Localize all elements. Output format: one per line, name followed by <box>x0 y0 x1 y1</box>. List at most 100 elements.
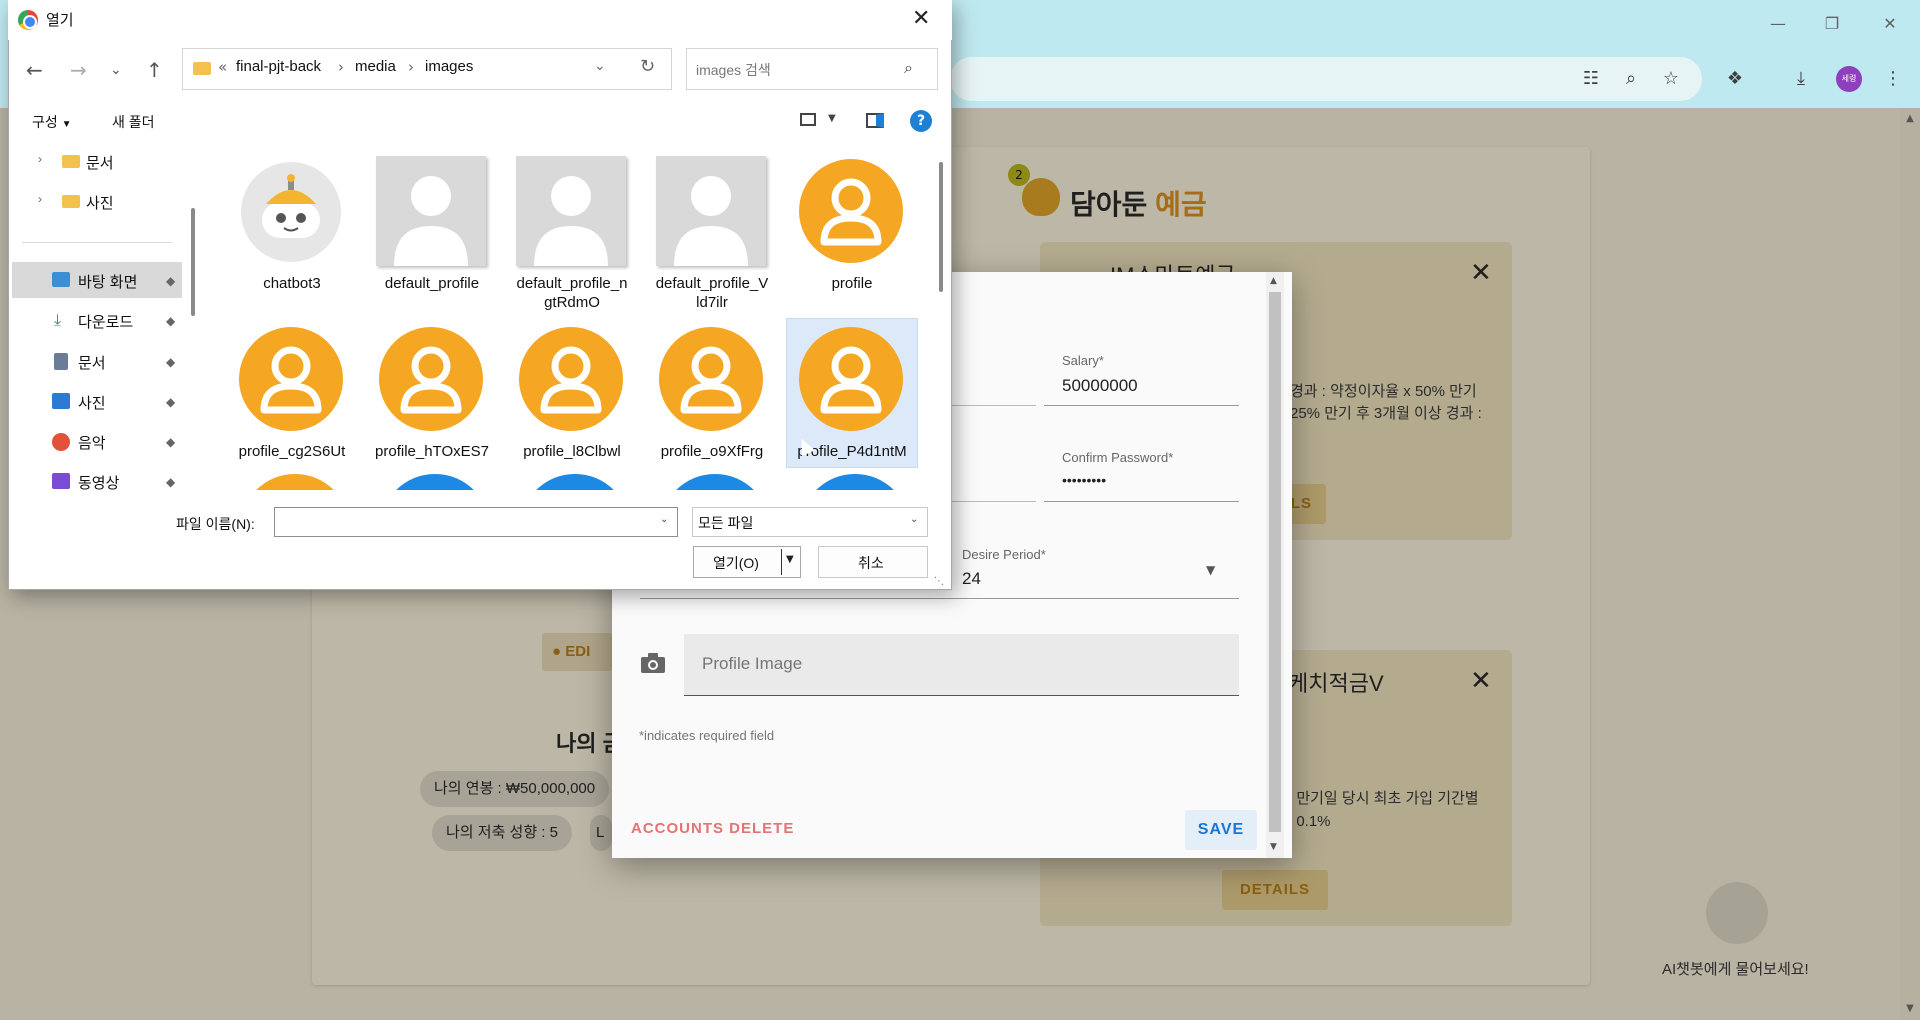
profile-avatar-icon[interactable] <box>800 474 910 490</box>
forward-arrow-icon[interactable]: → <box>70 58 87 82</box>
back-arrow-icon[interactable]: ← <box>26 58 43 82</box>
music-icon <box>52 433 70 451</box>
pin-icon[interactable]: ◆ <box>166 274 175 288</box>
help-icon[interactable]: ? <box>910 110 932 132</box>
save-button[interactable]: SAVE <box>1185 810 1257 850</box>
edit-profile-button[interactable]: ● EDI <box>542 633 612 671</box>
quick-access-videos[interactable]: 동영상 <box>78 472 119 493</box>
split-divider <box>781 549 782 575</box>
download-folder-icon: ⤓ <box>54 310 62 329</box>
path-dropdown-icon[interactable]: ⌄ <box>594 58 606 74</box>
modal-scroll-up-icon[interactable]: ▲ <box>1270 276 1277 286</box>
breadcrumb-overflow[interactable]: « <box>218 58 227 76</box>
translate-icon[interactable]: ☷ <box>1578 66 1604 92</box>
search-input[interactable]: images 검색 <box>696 60 771 80</box>
view-mode-icon[interactable] <box>800 113 816 126</box>
confirm-password-label: Confirm Password* <box>1062 450 1174 465</box>
view-options-chevron-icon[interactable]: ▼ <box>828 113 836 124</box>
modal-scroll-down-icon[interactable]: ▼ <box>1270 842 1277 852</box>
quick-access-documents[interactable]: 문서 <box>78 352 106 373</box>
chevron-down-icon[interactable]: ⌄ <box>660 514 668 525</box>
close-window-icon[interactable]: ✕ <box>1870 10 1910 38</box>
pin-icon[interactable]: ◆ <box>166 435 175 449</box>
preview-pane-icon[interactable] <box>866 113 884 128</box>
file-grid-scrollbar[interactable] <box>939 162 943 292</box>
file-item[interactable] <box>656 156 766 266</box>
details-button[interactable]: DETAILS <box>1222 870 1328 910</box>
profile-avatar[interactable]: 세령 <box>1836 66 1862 92</box>
new-folder-button[interactable]: 새 폴더 <box>112 112 155 132</box>
remove-product-icon[interactable]: ✕ <box>1470 258 1492 288</box>
tree-item-documents[interactable]: 문서 <box>86 152 114 173</box>
profile-avatar-icon[interactable] <box>520 474 630 490</box>
desire-period-select[interactable]: 24 <box>962 569 981 589</box>
chevron-down-icon[interactable]: ⌄ <box>910 514 918 525</box>
tree-item-pictures[interactable]: 사진 <box>86 192 114 213</box>
chevron-down-icon[interactable]: ▼ <box>1206 563 1215 577</box>
profile-avatar-icon <box>379 327 483 431</box>
scroll-down-icon[interactable]: ▼ <box>1905 1004 1915 1014</box>
honey-pot-icon <box>1022 178 1060 216</box>
profile-avatar-icon[interactable] <box>380 474 490 490</box>
field-underline <box>940 501 1036 502</box>
refresh-icon[interactable]: ↻ <box>640 56 655 77</box>
file-item[interactable] <box>796 156 906 266</box>
menu-kebab-icon[interactable]: ⋮ <box>1880 66 1906 92</box>
partial-chip: L <box>590 815 612 851</box>
quick-access-desktop[interactable]: 바탕 화면 <box>78 271 137 292</box>
pin-icon[interactable]: ◆ <box>166 314 175 328</box>
dialog-close-icon[interactable]: ✕ <box>912 6 930 31</box>
pin-icon[interactable]: ◆ <box>166 355 175 369</box>
organize-menu[interactable]: 구성 ▼ <box>32 112 72 132</box>
modal-scroll-thumb[interactable] <box>1269 292 1281 832</box>
download-icon[interactable]: ⤓ <box>1788 66 1814 92</box>
salary-underline <box>1044 405 1239 406</box>
breadcrumb-item[interactable]: media <box>355 58 396 75</box>
recent-chevron-icon[interactable]: ⌄ <box>110 62 122 78</box>
up-arrow-icon[interactable]: ↑ <box>146 58 163 82</box>
breadcrumb-separator-icon[interactable]: › <box>408 58 414 76</box>
tree-scrollbar[interactable] <box>191 208 195 316</box>
resize-grip-icon[interactable]: ⋱ <box>934 576 944 587</box>
file-name-input[interactable] <box>274 507 678 537</box>
page-scrollbar[interactable] <box>1900 108 1920 1020</box>
salary-label: Salary* <box>1062 353 1104 368</box>
bookmark-star-icon[interactable]: ☆ <box>1658 66 1684 92</box>
chatbot-icon[interactable] <box>1706 882 1768 944</box>
salary-input[interactable]: 50000000 <box>1062 376 1138 396</box>
quick-access-downloads[interactable]: 다운로드 <box>78 311 133 332</box>
quick-access-music[interactable]: 음악 <box>78 432 106 453</box>
accounts-delete-button[interactable]: ACCOUNTS DELETE <box>631 820 794 837</box>
breadcrumb-item[interactable]: final-pjt-back <box>236 58 321 75</box>
file-item[interactable] <box>516 156 626 266</box>
expand-chevron-icon[interactable]: › <box>38 152 42 166</box>
profile-avatar-icon <box>239 327 343 431</box>
folder-icon <box>193 62 211 75</box>
file-item[interactable] <box>376 156 486 266</box>
remove-product-icon[interactable]: ✕ <box>1470 666 1492 696</box>
file-item[interactable] <box>516 324 626 434</box>
zoom-icon[interactable]: ⌕ <box>1618 66 1644 92</box>
confirm-password-input[interactable]: ••••••••• <box>1062 472 1106 488</box>
product-desc-line: 25% 만기 후 3개월 이상 경과 : <box>1290 405 1482 422</box>
breadcrumb-separator-icon[interactable]: › <box>338 58 344 76</box>
expand-chevron-icon[interactable]: › <box>38 192 42 206</box>
restore-icon[interactable]: ❐ <box>1812 10 1852 38</box>
extensions-icon[interactable]: ❖ <box>1722 66 1748 92</box>
file-item[interactable] <box>796 324 906 434</box>
file-item[interactable] <box>656 324 766 434</box>
profile-avatar-icon[interactable] <box>660 474 770 490</box>
minimize-icon[interactable]: — <box>1758 10 1798 38</box>
breadcrumb-item[interactable]: images <box>425 58 473 75</box>
profile-avatar-icon[interactable] <box>240 474 350 490</box>
quick-access-pictures[interactable]: 사진 <box>78 392 106 413</box>
file-item[interactable] <box>236 156 346 266</box>
scroll-up-icon[interactable]: ▲ <box>1905 114 1915 124</box>
file-item[interactable] <box>236 324 346 434</box>
search-icon[interactable]: ⌕ <box>904 58 913 78</box>
pin-icon[interactable]: ◆ <box>166 475 175 489</box>
open-options-chevron-icon[interactable]: ▼ <box>786 554 794 565</box>
file-item[interactable] <box>376 324 486 434</box>
camera-icon[interactable] <box>640 652 666 674</box>
pin-icon[interactable]: ◆ <box>166 395 175 409</box>
